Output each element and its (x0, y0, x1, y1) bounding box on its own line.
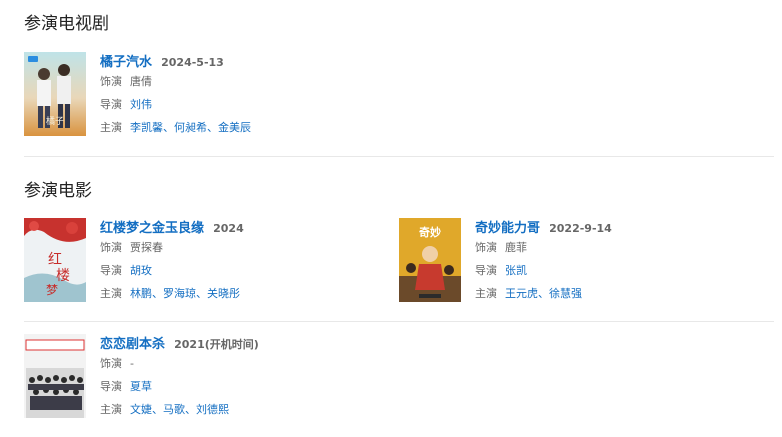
cast-separator: 、 (163, 121, 174, 134)
cast-link[interactable]: 罗海琼 (163, 287, 196, 300)
director-link[interactable]: 夏草 (130, 380, 152, 393)
cast-row: 主演 林鹏、罗海琼、关晓彤 (100, 283, 244, 305)
director-row: 导演 张凯 (475, 260, 612, 282)
section-divider (24, 156, 774, 157)
cast-row: 主演 王元虎、徐慧强 (475, 283, 612, 305)
movie-card-lianlian: 恋恋剧本杀 2021(开机时间) 饰演 - 导演 夏草 主演 文婕、马歌、刘德熙 (24, 334, 364, 420)
movie-section-title: 参演电影 (24, 181, 92, 201)
role-value: 贾探春 (130, 241, 163, 254)
title-link[interactable]: 橘子汽水 (100, 55, 152, 70)
role-value: - (130, 357, 134, 370)
cast-link[interactable]: 王元虎 (505, 287, 538, 300)
role-row: 饰演 鹿菲 (475, 237, 612, 259)
director-label: 导演 (100, 98, 122, 111)
cast-link[interactable]: 马歌 (163, 403, 185, 416)
cast-link[interactable]: 徐慧强 (549, 287, 582, 300)
cast-link[interactable]: 刘德熙 (196, 403, 229, 416)
director-label: 导演 (475, 264, 497, 277)
cast-separator: 、 (196, 287, 207, 300)
release-date: 2024-5-13 (161, 56, 224, 69)
cast-separator: 、 (185, 403, 196, 416)
role-label: 饰演 (100, 241, 122, 254)
poster-image[interactable]: 奇妙 (399, 218, 461, 302)
role-row: 饰演 贾探春 (100, 237, 244, 259)
release-date: 2022-9-14 (549, 222, 612, 235)
director-row: 导演 刘伟 (100, 94, 251, 116)
director-row: 导演 胡玫 (100, 260, 244, 282)
poster-image[interactable] (24, 334, 86, 418)
release-date: 2024 (213, 222, 244, 235)
director-link[interactable]: 张凯 (505, 264, 527, 277)
role-label: 饰演 (100, 75, 122, 88)
cast-row: 主演 李凯馨、何昶希、金美辰 (100, 117, 251, 139)
director-link[interactable]: 胡玫 (130, 264, 152, 277)
cast-link[interactable]: 文婕 (130, 403, 152, 416)
cast-link[interactable]: 李凯馨 (130, 121, 163, 134)
movie-card-qimiao: 奇妙 奇妙能力哥 2022-9-14 饰演 鹿菲 导演 张凯 主演 王元虎、徐慧强 (399, 218, 739, 304)
cast-separator: 、 (152, 287, 163, 300)
poster-image[interactable]: 橘子 (24, 52, 86, 136)
cast-separator: 、 (152, 403, 163, 416)
title-link[interactable]: 奇妙能力哥 (475, 221, 540, 236)
release-date: 2021(开机时间) (174, 338, 259, 351)
role-row: 饰演 唐倩 (100, 71, 251, 93)
cast-label: 主演 (100, 287, 122, 300)
svg-text:梦: 梦 (46, 283, 58, 297)
cast-separator: 、 (538, 287, 549, 300)
role-label: 饰演 (475, 241, 497, 254)
row-divider (24, 321, 774, 322)
svg-text:橘子: 橘子 (46, 116, 64, 127)
role-row: 饰演 - (100, 353, 259, 375)
role-label: 饰演 (100, 357, 122, 370)
cast-link[interactable]: 关晓彤 (207, 287, 240, 300)
title-link[interactable]: 恋恋剧本杀 (100, 337, 165, 352)
cast-link[interactable]: 林鹏 (130, 287, 152, 300)
director-link[interactable]: 刘伟 (130, 98, 152, 111)
poster-image[interactable]: 红 楼 梦 (24, 218, 86, 302)
cast-label: 主演 (100, 403, 122, 416)
director-row: 导演 夏草 (100, 376, 259, 398)
cast-row: 主演 文婕、马歌、刘德熙 (100, 399, 259, 421)
movie-card-honglou: 红 楼 梦 红楼梦之金玉良缘 2024 饰演 贾探春 导演 胡玫 主演 林鹏、罗海琼、… (24, 218, 364, 304)
role-value: 鹿菲 (505, 241, 527, 254)
director-label: 导演 (100, 264, 122, 277)
tv-card-juzi-qishui: 橘子 橘子汽水 2024-5-13 饰演 唐倩 导演 刘伟 主演 李凯馨、何昶希、金美… (24, 52, 364, 138)
cast-label: 主演 (475, 287, 497, 300)
cast-link[interactable]: 何昶希 (174, 121, 207, 134)
director-label: 导演 (100, 380, 122, 393)
cast-separator: 、 (207, 121, 218, 134)
tv-section-title: 参演电视剧 (24, 14, 109, 34)
title-link[interactable]: 红楼梦之金玉良缘 (100, 221, 204, 236)
role-value: 唐倩 (130, 75, 152, 88)
svg-text:红: 红 (48, 252, 62, 268)
svg-text:奇妙: 奇妙 (419, 225, 441, 239)
cast-label: 主演 (100, 121, 122, 134)
cast-link[interactable]: 金美辰 (218, 121, 251, 134)
svg-text:楼: 楼 (56, 268, 70, 284)
